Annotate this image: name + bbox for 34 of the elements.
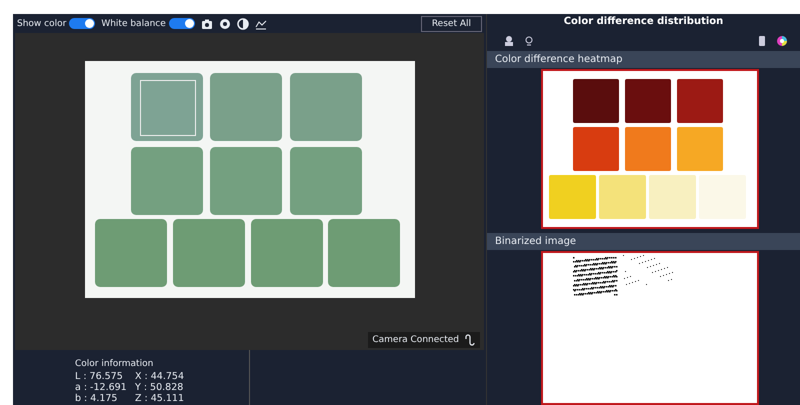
heatmap-tile	[549, 175, 596, 220]
lab-value: L : 76.575	[75, 371, 124, 382]
info-title: Color information	[75, 358, 154, 371]
heatmap-tile	[573, 79, 619, 124]
heatmap-tile	[677, 127, 723, 172]
section-header[interactable]: Color difference heatmap	[487, 51, 800, 68]
heatmap-tile	[625, 79, 671, 124]
chart-line-icon[interactable]	[254, 18, 267, 30]
color-wheel-icon[interactable]	[776, 34, 788, 47]
lab-value: a : -12.691	[75, 382, 128, 393]
connection-icon	[464, 334, 476, 346]
heatmap-tile	[649, 175, 696, 220]
toggle-label: Show color	[17, 18, 66, 28]
toggle-switch[interactable]	[168, 18, 195, 29]
heatmap-tile	[625, 127, 671, 172]
xyz-value: Y : 50.828	[135, 382, 184, 393]
phone-icon[interactable]	[756, 34, 768, 47]
heatmap-tile	[677, 79, 723, 124]
toggle-label: White balance	[101, 18, 166, 28]
aperture-icon[interactable]	[218, 18, 231, 30]
lightbulb-icon[interactable]	[523, 34, 535, 47]
section-header[interactable]: Binarized image	[487, 233, 800, 250]
reset-all-button[interactable]: Reset All	[420, 16, 482, 32]
xyz-value: Z : 45.111	[135, 393, 185, 404]
lab-value: b : 4.175	[75, 393, 118, 404]
camera-icon[interactable]	[200, 18, 213, 30]
contrast-icon[interactable]	[236, 18, 249, 30]
status-label: Camera Connected	[372, 335, 459, 345]
toggle-switch[interactable]	[69, 18, 96, 29]
panel-title: Color difference distribution	[562, 15, 724, 30]
heatmap-tile	[573, 127, 619, 172]
heatmap-tile	[599, 175, 646, 220]
person-icon[interactable]	[503, 34, 515, 47]
xyz-value: X : 44.754	[135, 371, 185, 382]
